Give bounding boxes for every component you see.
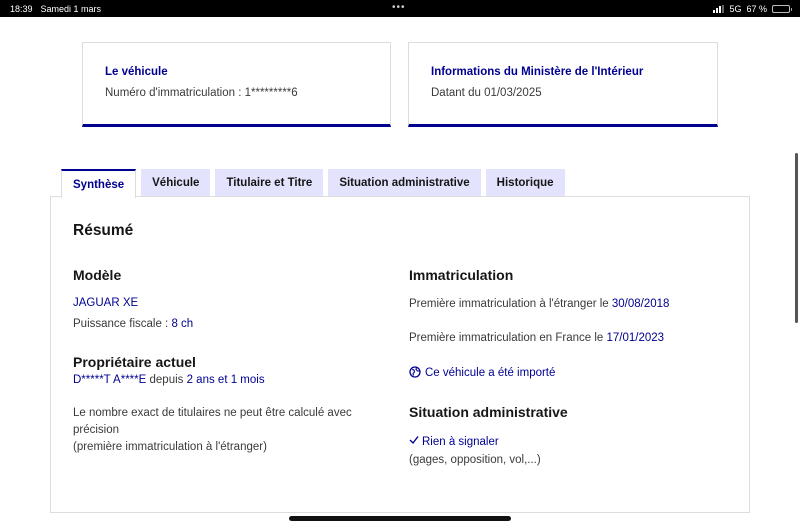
- fiscal-power: Puissance fiscale : 8 ch: [73, 316, 193, 333]
- battery-icon: [772, 4, 792, 13]
- model-heading: Modèle: [73, 267, 122, 283]
- imported-link[interactable]: Ce véhicule a été importé: [409, 365, 555, 382]
- owner-since-value: 2 ans et 1 mois: [186, 374, 265, 386]
- owner-note-line3: (première immatriculation à l'étranger): [73, 441, 267, 453]
- status-date: Samedi 1 mars: [40, 3, 102, 14]
- home-indicator[interactable]: [289, 516, 511, 521]
- network-type: 5G: [729, 3, 742, 14]
- battery-percent: 67 %: [746, 3, 767, 14]
- status-bar: 18:39 Samedi 1 mars ••• 5G 67 %: [0, 0, 800, 17]
- imported-text: Ce véhicule a été importé: [425, 367, 556, 379]
- vehicle-card-title: Le véhicule: [105, 66, 168, 78]
- status-time: 18:39: [10, 3, 33, 14]
- check-icon: [409, 436, 422, 448]
- owner-note-line2: précision: [73, 424, 120, 436]
- registration-number: Numéro d'immatriculation : 1*********6: [105, 87, 298, 99]
- owner-heading: Propriétaire actuel: [73, 354, 196, 370]
- admin-status-detail: (gages, opposition, vol,...): [409, 454, 541, 466]
- tab-situation-administrative[interactable]: Situation administrative: [328, 169, 481, 197]
- owner-name: D*****T A****E: [73, 374, 147, 386]
- tab-titulaire-et-titre[interactable]: Titulaire et Titre: [215, 169, 324, 197]
- ministry-card-title: Informations du Ministère de l'Intérieur: [431, 66, 644, 78]
- owner-count-note: Le nombre exact de titulaires ne peut êt…: [73, 405, 352, 456]
- tab-synthese[interactable]: Synthèse: [61, 169, 137, 198]
- registration-heading: Immatriculation: [409, 267, 514, 283]
- globe-icon: [409, 366, 425, 379]
- foreign-registration-label: Première immatriculation à l'étranger le: [409, 298, 612, 310]
- admin-status-heading: Situation administrative: [409, 404, 568, 420]
- tab-bar: Synthèse Véhicule Titulaire et Titre Sit…: [61, 169, 565, 198]
- vehicle-card: Le véhicule Numéro d'immatriculation : 1…: [82, 42, 391, 127]
- signal-icon: [713, 4, 725, 13]
- owner-note-line1: Le nombre exact de titulaires ne peut êt…: [73, 407, 352, 419]
- france-registration-date: 17/01/2023: [606, 332, 665, 344]
- owner-since-label: depuis: [146, 374, 187, 386]
- admin-status: Rien à signaler: [409, 434, 499, 451]
- admin-status-text: Rien à signaler: [422, 436, 499, 448]
- fiscal-power-value: 8 ch: [171, 318, 194, 330]
- first-foreign-registration: Première immatriculation à l'étranger le…: [409, 296, 669, 313]
- fiscal-power-label: Puissance fiscale :: [73, 318, 172, 330]
- ministry-card: Informations du Ministère de l'Intérieur…: [408, 42, 718, 127]
- first-france-registration: Première immatriculation en France le 17…: [409, 330, 664, 347]
- model-name: JAGUAR XE: [73, 297, 139, 309]
- tab-historique[interactable]: Historique: [485, 169, 565, 197]
- synthese-panel: Résumé Modèle JAGUAR XE Puissance fiscal…: [50, 196, 750, 513]
- multitasking-dots[interactable]: •••: [392, 2, 406, 13]
- scrollbar[interactable]: [795, 153, 798, 323]
- france-registration-label: Première immatriculation en France le: [409, 332, 607, 344]
- data-date: Datant du 01/03/2025: [431, 87, 542, 99]
- foreign-registration-date: 30/08/2018: [611, 298, 670, 310]
- tab-vehicule[interactable]: Véhicule: [141, 169, 211, 197]
- summary-title: Résumé: [73, 222, 134, 239]
- owner-info: D*****T A****E depuis 2 ans et 1 mois: [73, 372, 265, 389]
